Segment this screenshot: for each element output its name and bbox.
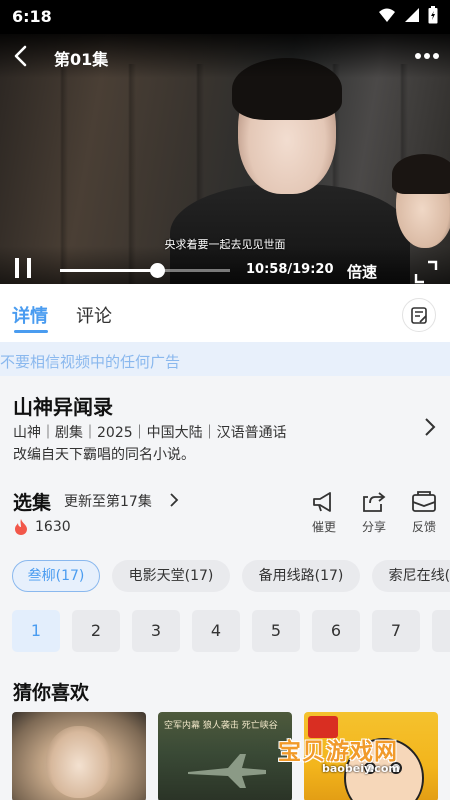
recommendation-poster[interactable] <box>12 712 146 800</box>
jet-icon <box>188 754 266 788</box>
chevron-right-icon[interactable] <box>422 416 438 438</box>
ad-warning-banner: 不要相信视频中的任何广告 <box>0 342 450 376</box>
battery-icon <box>428 6 438 24</box>
heat-count: 1630 <box>35 519 71 535</box>
show-details[interactable]: 山神异闻录 山神｜剧集｜2025｜中国大陆｜汉语普通话 改编自天下霸唱的同名小说… <box>0 376 450 466</box>
tab-comments[interactable]: 评论 <box>76 302 112 328</box>
route-chip[interactable]: 索尼在线(17) <box>372 560 450 592</box>
progress-played <box>60 269 157 272</box>
heat-indicator: 1630 <box>13 518 71 536</box>
episode-title: 第01集 <box>54 50 109 69</box>
feedback-icon <box>412 491 436 512</box>
source-route-list: 叁柳(17) 电影天堂(17) 备用线路(17) 索尼在线(17) <box>0 560 450 594</box>
episode-number[interactable]: 7 <box>372 610 420 652</box>
poster-caption: 空军内幕 狼人袭击 死亡峡谷 <box>164 721 278 731</box>
share-button[interactable]: 分享 <box>354 490 394 535</box>
episodes-title: 选集 <box>13 492 52 514</box>
episode-number[interactable]: 2 <box>72 610 120 652</box>
recommendations-title: 猜你喜欢 <box>13 682 90 704</box>
fullscreen-icon[interactable] <box>414 260 438 284</box>
pause-icon[interactable] <box>10 254 38 282</box>
video-figure2-hair <box>392 154 450 194</box>
progress-knob[interactable] <box>149 263 165 278</box>
episode-number-list: 1 2 3 4 5 6 7 8 <box>0 610 450 654</box>
route-chip[interactable]: 备用线路(17) <box>242 560 360 592</box>
progress-bar[interactable] <box>60 263 230 278</box>
show-description: 改编自天下霸唱的同名小说。 <box>13 447 195 463</box>
watermark: 宝贝游戏网 baobeiy.com <box>268 732 428 782</box>
back-arrow-icon[interactable] <box>8 42 36 70</box>
signal-icon <box>405 8 419 22</box>
feedback-button[interactable]: 反馈 <box>404 490 444 535</box>
urge-update-button[interactable]: 催更 <box>304 490 344 535</box>
edit-note-icon <box>411 307 427 324</box>
episode-number[interactable]: 4 <box>192 610 240 652</box>
show-title: 山神异闻录 <box>13 395 113 419</box>
status-bar: 6:18 <box>0 0 450 34</box>
share-label: 分享 <box>361 520 386 534</box>
speed-button[interactable]: 倍速 <box>347 261 377 282</box>
note-button[interactable] <box>402 298 436 332</box>
subtitle: 央求着要一起去见见世面 <box>164 238 286 251</box>
share-icon <box>363 492 386 512</box>
time-readout: 10:58/19:20 <box>246 262 334 277</box>
ad-warning-text: 不要相信视频中的任何广告 <box>0 353 181 371</box>
episode-number[interactable]: 6 <box>312 610 360 652</box>
poster-face <box>46 726 112 798</box>
show-meta: 山神｜剧集｜2025｜中国大陆｜汉语普通话 <box>13 425 287 441</box>
episode-number[interactable]: 3 <box>132 610 180 652</box>
fire-icon <box>15 519 27 535</box>
status-icons <box>378 6 438 24</box>
status-time: 6:18 <box>12 7 52 26</box>
feedback-label: 反馈 <box>411 520 436 534</box>
episode-number[interactable]: 1 <box>12 610 60 652</box>
megaphone-icon <box>313 492 331 512</box>
wifi-icon <box>379 8 395 22</box>
update-status[interactable]: 更新至第17集 <box>64 491 152 511</box>
more-options-icon[interactable] <box>412 44 442 68</box>
tab-bar: 详情 评论 <box>0 284 450 342</box>
episode-number[interactable]: 5 <box>252 610 300 652</box>
route-chip[interactable]: 电影天堂(17) <box>112 560 230 592</box>
video-player[interactable]: 第01集 10:58/19:20 倍速 央求着要一起去见见世面 <box>0 34 450 284</box>
tab-details[interactable]: 详情 <box>12 302 48 328</box>
active-tab-indicator <box>14 330 48 333</box>
chevron-right-icon[interactable] <box>168 491 180 509</box>
urge-update-label: 催更 <box>311 520 336 534</box>
episode-section: 选集 更新至第17集 1630 催更 分享 反馈 叁柳(17) 电影天堂(17)… <box>0 466 450 676</box>
episode-number[interactable]: 8 <box>432 610 450 652</box>
watermark-url: baobeiy.com <box>322 762 400 775</box>
watermark-logo-text: 宝贝游戏网 <box>278 739 398 765</box>
route-chip[interactable]: 叁柳(17) <box>12 560 100 592</box>
